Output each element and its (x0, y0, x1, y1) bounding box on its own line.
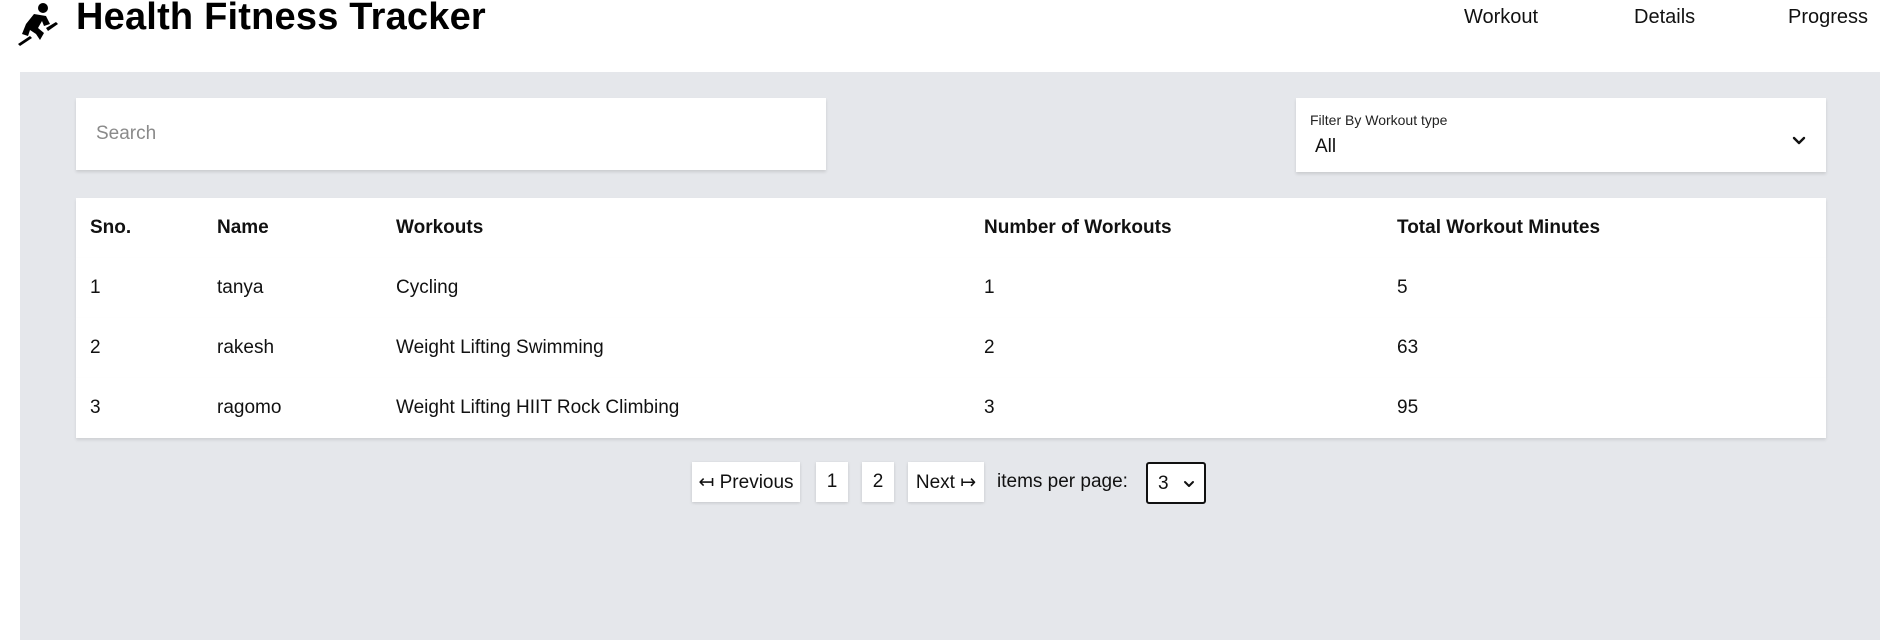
app-title: Health Fitness Tracker (76, 0, 486, 38)
nav-progress[interactable]: Progress (1788, 6, 1868, 29)
cell-number-of-workouts: 3 (984, 397, 995, 418)
cell-name: tanya (217, 277, 264, 298)
workout-type-filter[interactable]: Filter By Workout type All (1296, 98, 1826, 172)
column-header-total-minutes: Total Workout Minutes (1397, 217, 1601, 238)
nav-workout[interactable]: Workout (1464, 6, 1538, 29)
cell-sno: 1 (90, 277, 101, 298)
cell-sno: 2 (90, 337, 101, 358)
table-row: 3 ragomo Weight Lifting HIIT Rock Climbi… (76, 378, 1826, 438)
next-page-button[interactable]: Next ↦ (908, 462, 984, 502)
column-header-sno: Sno. (90, 217, 132, 238)
previous-page-button[interactable]: ↤ Previous (692, 462, 800, 502)
nav-details[interactable]: Details (1634, 6, 1695, 29)
column-header-workouts: Workouts (396, 217, 484, 238)
search-input[interactable] (76, 98, 826, 170)
app-header: Health Fitness Tracker Workout Details P… (0, 0, 1899, 72)
cell-name: ragomo (217, 397, 282, 418)
cell-total-minutes: 95 (1397, 397, 1419, 418)
items-per-page-select[interactable]: 3 (1146, 462, 1206, 504)
items-per-page-label: items per page: (997, 471, 1128, 492)
column-header-name: Name (217, 217, 269, 238)
cell-workouts: Weight Lifting HIIT Rock Climbing (396, 397, 680, 418)
table-row: 1 tanya Cycling 1 5 (76, 258, 1826, 318)
cell-total-minutes: 63 (1397, 337, 1419, 358)
cell-total-minutes: 5 (1397, 277, 1408, 298)
table-header-row: Sno. Name Workouts Number of Workouts To… (76, 198, 1826, 258)
workouts-table: Sno. Name Workouts Number of Workouts To… (76, 198, 1826, 438)
table-row: 2 rakesh Weight Lifting Swimming 2 63 (76, 318, 1826, 378)
page-2-button[interactable]: 2 (862, 462, 894, 502)
main-panel: Filter By Workout type All Sno. Name Wor… (20, 72, 1880, 640)
filter-selected-value: All (1315, 136, 1337, 157)
cell-number-of-workouts: 1 (984, 277, 995, 298)
cell-workouts: Cycling (396, 277, 459, 298)
page-1-button[interactable]: 1 (816, 462, 848, 502)
filter-label: Filter By Workout type (1310, 112, 1448, 128)
cell-sno: 3 (90, 397, 101, 418)
runner-logo-icon (18, 3, 58, 46)
pagination: ↤ Previous 1 2 Next ↦ items per page: 3 (20, 462, 1880, 506)
cell-workouts: Weight Lifting Swimming (396, 337, 604, 358)
chevron-down-icon (1792, 136, 1806, 145)
cell-name: rakesh (217, 337, 275, 358)
items-per-page-value: 3 (1158, 473, 1169, 494)
column-header-number-of-workouts: Number of Workouts (984, 217, 1172, 238)
cell-number-of-workouts: 2 (984, 337, 995, 358)
chevron-down-icon (1184, 481, 1194, 487)
